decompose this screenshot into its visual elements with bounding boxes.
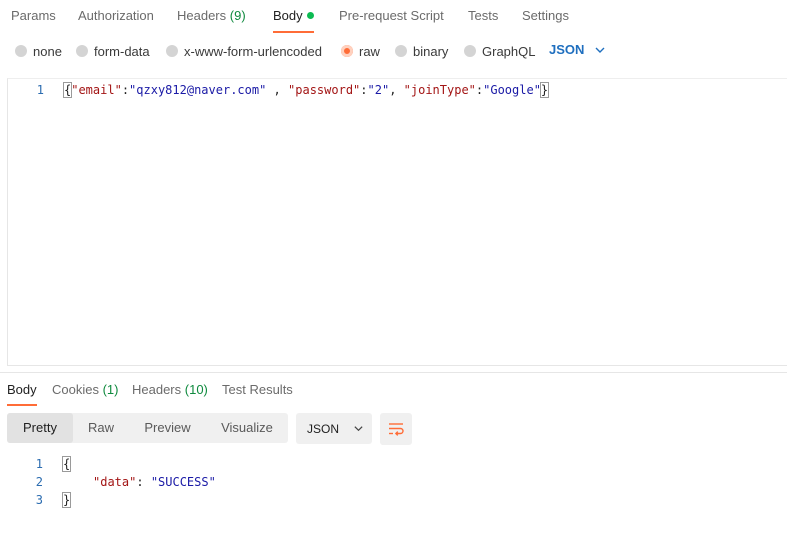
radio-graphql[interactable]: GraphQL xyxy=(464,43,535,59)
view-visualize-button[interactable]: Visualize xyxy=(206,413,288,443)
headers-count-badge: (9) xyxy=(229,8,246,23)
radio-binary-label: binary xyxy=(413,43,449,59)
tab-body-label: Body xyxy=(273,8,303,23)
response-line-number: 3 xyxy=(35,493,43,507)
tab-headers-label: Headers xyxy=(177,8,227,23)
response-line: { xyxy=(61,456,72,472)
tab-settings[interactable]: Settings xyxy=(522,8,569,32)
active-tab-underline xyxy=(273,31,314,33)
wrap-lines-button[interactable] xyxy=(380,413,412,445)
radio-none-circle[interactable] xyxy=(15,45,27,57)
language-dropdown-label: JSON xyxy=(549,42,585,57)
response-headers-count-badge: (10) xyxy=(184,382,208,397)
response-view-group: Pretty Raw Preview Visualize xyxy=(7,413,288,443)
response-tab-headers[interactable]: Headers (10) xyxy=(132,382,208,397)
view-raw-button[interactable]: Raw xyxy=(73,413,129,443)
radio-form-data-label: form-data xyxy=(94,43,150,59)
response-format-label: JSON xyxy=(307,421,340,436)
response-tab-headers-label: Headers xyxy=(132,382,182,397)
request-body-editor[interactable]: 1 {"email":"qzxy812@naver.com" , "passwo… xyxy=(7,78,787,366)
tab-pre-request-label: Pre-request Script xyxy=(339,8,444,23)
view-pretty-button[interactable]: Pretty xyxy=(7,413,73,443)
response-format-dropdown[interactable]: JSON xyxy=(296,413,372,444)
radio-binary[interactable]: binary xyxy=(395,43,448,59)
editor-line-number: 1 xyxy=(36,83,44,97)
response-data-value: "SUCCESS" xyxy=(150,475,216,489)
response-line: } xyxy=(61,492,72,508)
response-body-viewer[interactable]: 1 2 3 { "data": "SUCCESS" } xyxy=(0,455,787,525)
tab-body[interactable]: Body xyxy=(273,8,314,33)
radio-urlencoded[interactable]: x-www-form-urlencoded xyxy=(166,43,322,59)
chevron-down-icon xyxy=(354,426,363,432)
response-tab-test-results-label: Test Results xyxy=(222,382,293,397)
pane-divider[interactable] xyxy=(0,372,787,373)
tab-settings-label: Settings xyxy=(522,8,569,23)
wrap-lines-icon xyxy=(389,423,404,436)
response-tab-cookies[interactable]: Cookies (1) xyxy=(52,382,118,397)
response-active-underline xyxy=(7,404,37,406)
tab-tests-label: Tests xyxy=(468,8,499,23)
response-tab-body-label: Body xyxy=(7,382,37,397)
response-tab-cookies-label: Cookies xyxy=(52,382,99,397)
jointype-value: "Google" xyxy=(483,83,541,97)
body-type-selector: none form-data x-www-form-urlencoded raw… xyxy=(0,34,787,66)
radio-form-data[interactable]: form-data xyxy=(76,43,150,59)
radio-raw-label: raw xyxy=(359,43,380,59)
response-open-brace: { xyxy=(61,456,72,472)
radio-graphql-label: GraphQL xyxy=(482,43,536,59)
view-preview-button[interactable]: Preview xyxy=(129,413,206,443)
tab-tests[interactable]: Tests xyxy=(468,8,498,32)
password-value: "2" xyxy=(367,83,390,97)
radio-none[interactable]: none xyxy=(15,43,62,59)
radio-graphql-circle[interactable] xyxy=(464,45,476,57)
radio-binary-circle[interactable] xyxy=(395,45,407,57)
radio-form-data-circle[interactable] xyxy=(76,45,88,57)
body-active-dot-icon xyxy=(306,12,314,19)
language-dropdown[interactable]: JSON xyxy=(549,42,606,57)
response-data-key: "data" xyxy=(93,475,137,489)
radio-urlencoded-label: x-www-form-urlencoded xyxy=(184,43,322,59)
radio-urlencoded-circle[interactable] xyxy=(166,45,178,57)
chevron-down-icon xyxy=(595,47,605,53)
radio-raw[interactable]: raw xyxy=(341,43,380,59)
tab-pre-request-script[interactable]: Pre-request Script xyxy=(339,8,444,32)
response-close-brace: } xyxy=(61,492,72,508)
response-tab-test-results[interactable]: Test Results xyxy=(222,382,293,397)
request-body-line: {"email":"qzxy812@naver.com" , "password… xyxy=(62,82,550,98)
email-key: "email" xyxy=(71,83,122,97)
request-tabs: Params Authorization Headers (9) Body Pr… xyxy=(0,0,787,33)
jointype-key: "joinType" xyxy=(403,83,476,97)
response-tabs: Body Cookies (1) Headers (10) Test Resul… xyxy=(0,376,787,406)
radio-raw-circle[interactable] xyxy=(341,45,353,57)
email-value: "qzxy812@naver.com" xyxy=(129,83,267,97)
response-line: "data": "SUCCESS" xyxy=(93,475,216,489)
password-key: "password" xyxy=(288,83,361,97)
close-brace: } xyxy=(539,82,550,98)
tab-params[interactable]: Params xyxy=(11,8,56,32)
cookies-count-badge: (1) xyxy=(102,382,119,397)
tab-params-label: Params xyxy=(11,8,56,23)
tab-authorization[interactable]: Authorization xyxy=(78,8,154,32)
tab-authorization-label: Authorization xyxy=(78,8,154,23)
tab-headers[interactable]: Headers (9) xyxy=(177,8,246,32)
radio-none-label: none xyxy=(33,43,62,59)
response-line-number: 1 xyxy=(35,457,43,471)
response-line-number: 2 xyxy=(35,475,43,489)
response-tab-body[interactable]: Body xyxy=(7,382,37,406)
